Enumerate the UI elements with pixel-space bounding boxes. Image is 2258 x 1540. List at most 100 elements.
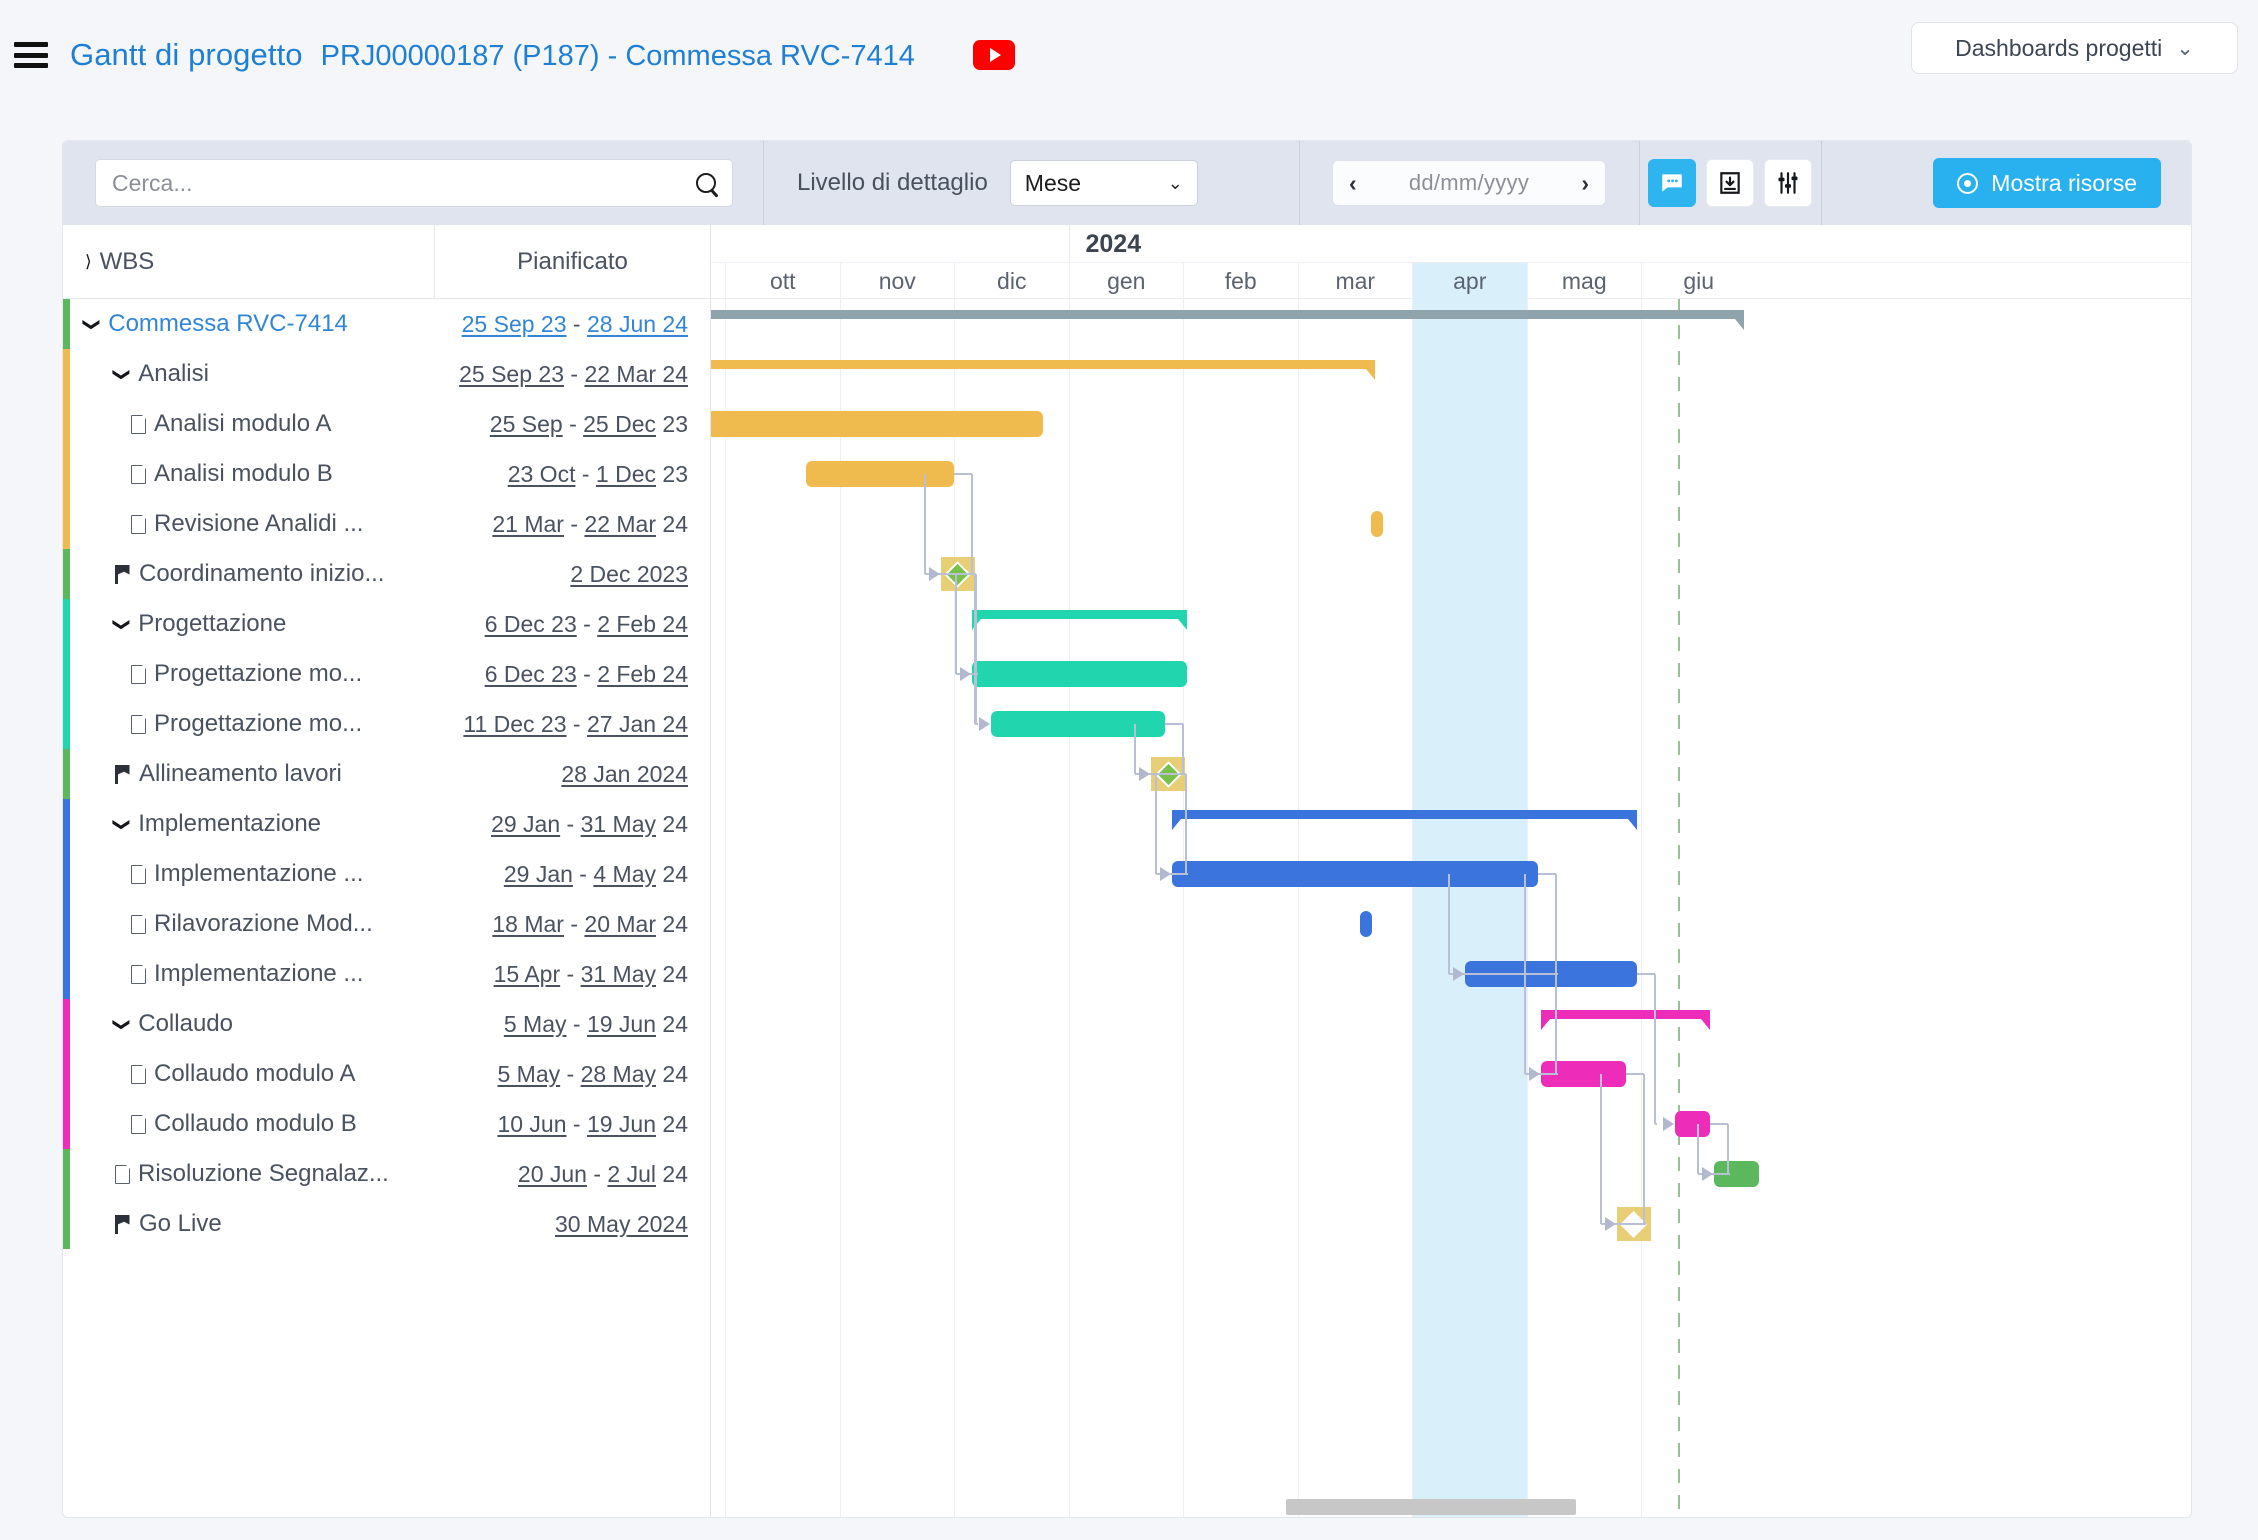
planned-dates[interactable]: 29 Jan - 31 May 24 xyxy=(435,811,710,838)
planned-start[interactable]: 29 Jan xyxy=(491,811,560,837)
date-input[interactable]: dd/mm/yyyy xyxy=(1409,170,1529,196)
planned-end[interactable]: 31 May xyxy=(581,961,656,987)
month-column-ott[interactable]: ott xyxy=(725,263,840,299)
planned-start[interactable]: 5 May xyxy=(504,1011,567,1037)
scrollbar-thumb[interactable] xyxy=(1286,1499,1576,1515)
wbs-item-name[interactable]: Risoluzione Segnalaz... xyxy=(63,1160,435,1188)
planned-start[interactable]: 25 Sep 23 xyxy=(459,361,564,387)
wbs-item-name[interactable]: Progettazione mo... xyxy=(63,710,435,738)
table-row[interactable]: Allineamento lavori 28 Jan 2024 xyxy=(63,749,710,799)
month-column-gen[interactable]: gen xyxy=(1068,263,1184,299)
dashboards-select[interactable]: Dashboards progetti ⌄ xyxy=(1911,22,2238,74)
wbs-item-name[interactable]: Collaudo modulo A xyxy=(63,1060,435,1088)
wbs-column-header[interactable]: ⟩ WBS xyxy=(63,225,435,298)
planned-start[interactable]: 10 Jun xyxy=(497,1111,566,1137)
gantt-task-bar[interactable] xyxy=(1371,511,1384,537)
caret-down-icon[interactable]: ❯ xyxy=(113,1017,132,1031)
comment-icon[interactable] xyxy=(1648,159,1696,207)
wbs-item-name[interactable]: Progettazione mo... xyxy=(63,660,435,688)
wbs-item-name[interactable]: Go Live xyxy=(63,1210,435,1238)
planned-dates[interactable]: 11 Dec 23 - 27 Jan 24 xyxy=(435,711,710,738)
table-row[interactable]: ❯ Implementazione 29 Jan - 31 May 24 xyxy=(63,799,710,849)
planned-end[interactable]: 19 Jun xyxy=(587,1111,656,1137)
planned-end[interactable]: 30 May 2024 xyxy=(555,1211,688,1237)
wbs-item-name[interactable]: Analisi modulo A xyxy=(63,410,435,438)
planned-start[interactable]: 21 Mar xyxy=(492,511,564,537)
planned-end[interactable]: 2 Dec 2023 xyxy=(570,561,688,587)
month-column-dic[interactable]: dic xyxy=(954,263,1069,299)
planned-dates[interactable]: 23 Oct - 1 Dec 23 xyxy=(435,461,710,488)
planned-end[interactable]: 19 Jun xyxy=(587,1011,656,1037)
planned-start[interactable]: 18 Mar xyxy=(492,911,564,937)
horizontal-scrollbar[interactable] xyxy=(711,1499,2191,1515)
planned-dates[interactable]: 30 May 2024 xyxy=(435,1211,710,1238)
planned-end[interactable]: 25 Dec xyxy=(583,411,656,437)
gantt-task-bar[interactable] xyxy=(1675,1111,1710,1137)
planned-dates[interactable]: 5 May - 28 May 24 xyxy=(435,1061,710,1088)
table-row[interactable]: Risoluzione Segnalaz... 20 Jun - 2 Jul 24 xyxy=(63,1149,710,1199)
month-column-mar[interactable]: mar xyxy=(1297,263,1413,299)
planned-dates[interactable]: 6 Dec 23 - 2 Feb 24 xyxy=(435,611,710,638)
date-navigator[interactable]: ‹ dd/mm/yyyy › xyxy=(1332,160,1606,206)
planned-start[interactable]: 20 Jun xyxy=(518,1161,587,1187)
planned-end[interactable]: 20 Mar xyxy=(584,911,656,937)
wbs-item-name[interactable]: Allineamento lavori xyxy=(63,760,435,788)
search-icon[interactable] xyxy=(696,173,716,193)
gantt-summary-bar[interactable] xyxy=(1171,810,1638,830)
table-row[interactable]: Progettazione mo... 11 Dec 23 - 27 Jan 24 xyxy=(63,699,710,749)
planned-start[interactable]: 6 Dec 23 xyxy=(485,611,577,637)
table-row[interactable]: ❯ Progettazione 6 Dec 23 - 2 Feb 24 xyxy=(63,599,710,649)
table-row[interactable]: Progettazione mo... 6 Dec 23 - 2 Feb 24 xyxy=(63,649,710,699)
planned-dates[interactable]: 28 Jan 2024 xyxy=(435,761,710,788)
table-row[interactable]: Rilavorazione Mod... 18 Mar - 20 Mar 24 xyxy=(63,899,710,949)
show-resources-button[interactable]: Mostra risorse xyxy=(1933,158,2161,208)
month-column-apr[interactable]: apr xyxy=(1412,263,1527,299)
planned-dates[interactable]: 29 Jan - 4 May 24 xyxy=(435,861,710,888)
wbs-item-name[interactable]: Coordinamento inizio... xyxy=(63,560,435,588)
table-row[interactable]: Implementazione ... 29 Jan - 4 May 24 xyxy=(63,849,710,899)
planned-end[interactable]: 2 Feb 24 xyxy=(597,661,688,687)
planned-start[interactable]: 29 Jan xyxy=(504,861,573,887)
planned-dates[interactable]: 25 Sep 23 - 22 Mar 24 xyxy=(435,361,710,388)
planned-end[interactable]: 27 Jan 24 xyxy=(587,711,688,737)
caret-down-icon[interactable]: ⟩ xyxy=(85,253,92,270)
table-row[interactable]: Collaudo modulo B 10 Jun - 19 Jun 24 xyxy=(63,1099,710,1149)
table-row[interactable]: ❯ Collaudo 5 May - 19 Jun 24 xyxy=(63,999,710,1049)
caret-down-icon[interactable]: ❯ xyxy=(113,617,132,631)
planned-end[interactable]: 28 Jun 24 xyxy=(587,311,688,337)
planned-end[interactable]: 22 Mar 24 xyxy=(584,361,688,387)
planned-end[interactable]: 31 May xyxy=(581,811,656,837)
planned-dates[interactable]: 5 May - 19 Jun 24 xyxy=(435,1011,710,1038)
wbs-item-name[interactable]: ❯ Commessa RVC-7414 xyxy=(63,310,435,338)
planned-start[interactable]: 23 Oct xyxy=(508,461,576,487)
wbs-item-name[interactable]: Implementazione ... xyxy=(63,860,435,888)
table-row[interactable]: Coordinamento inizio... 2 Dec 2023 xyxy=(63,549,710,599)
gantt-summary-bar[interactable] xyxy=(972,610,1187,630)
table-row[interactable]: Revisione Analidi ... 21 Mar - 22 Mar 24 xyxy=(63,499,710,549)
wbs-item-name[interactable]: Rilavorazione Mod... xyxy=(63,910,435,938)
planned-start[interactable]: 5 May xyxy=(497,1061,560,1087)
gantt-task-bar[interactable] xyxy=(1360,911,1373,937)
planned-dates[interactable]: 2 Dec 2023 xyxy=(435,561,710,588)
wbs-item-name[interactable]: Analisi modulo B xyxy=(63,460,435,488)
table-row[interactable]: Analisi modulo B 23 Oct - 1 Dec 23 xyxy=(63,449,710,499)
wbs-item-name[interactable]: ❯ Progettazione xyxy=(63,610,435,638)
planned-start[interactable]: 15 Apr xyxy=(494,961,561,987)
search-box[interactable] xyxy=(95,159,733,207)
planned-start[interactable]: 11 Dec 23 xyxy=(463,711,566,737)
planned-dates[interactable]: 21 Mar - 22 Mar 24 xyxy=(435,511,710,538)
date-next-button[interactable]: › xyxy=(1581,170,1589,197)
planned-end[interactable]: 4 May xyxy=(593,861,656,887)
search-input[interactable] xyxy=(112,169,690,197)
caret-down-icon[interactable]: ❯ xyxy=(83,317,102,331)
table-row[interactable]: ❯ Commessa RVC-7414 25 Sep 23 - 28 Jun 24 xyxy=(63,299,710,349)
planned-dates[interactable]: 25 Sep 23 - 28 Jun 24 xyxy=(435,311,710,338)
wbs-item-name[interactable]: Collaudo modulo B xyxy=(63,1110,435,1138)
wbs-item-name[interactable]: Implementazione ... xyxy=(63,960,435,988)
planned-dates[interactable]: 25 Sep - 25 Dec 23 xyxy=(435,411,710,438)
hamburger-icon[interactable] xyxy=(14,42,48,68)
planned-end[interactable]: 2 Jul xyxy=(607,1161,656,1187)
month-column-giu[interactable]: giu xyxy=(1641,263,1756,299)
gantt-task-bar[interactable] xyxy=(711,411,1043,437)
planned-dates[interactable]: 6 Dec 23 - 2 Feb 24 xyxy=(435,661,710,688)
